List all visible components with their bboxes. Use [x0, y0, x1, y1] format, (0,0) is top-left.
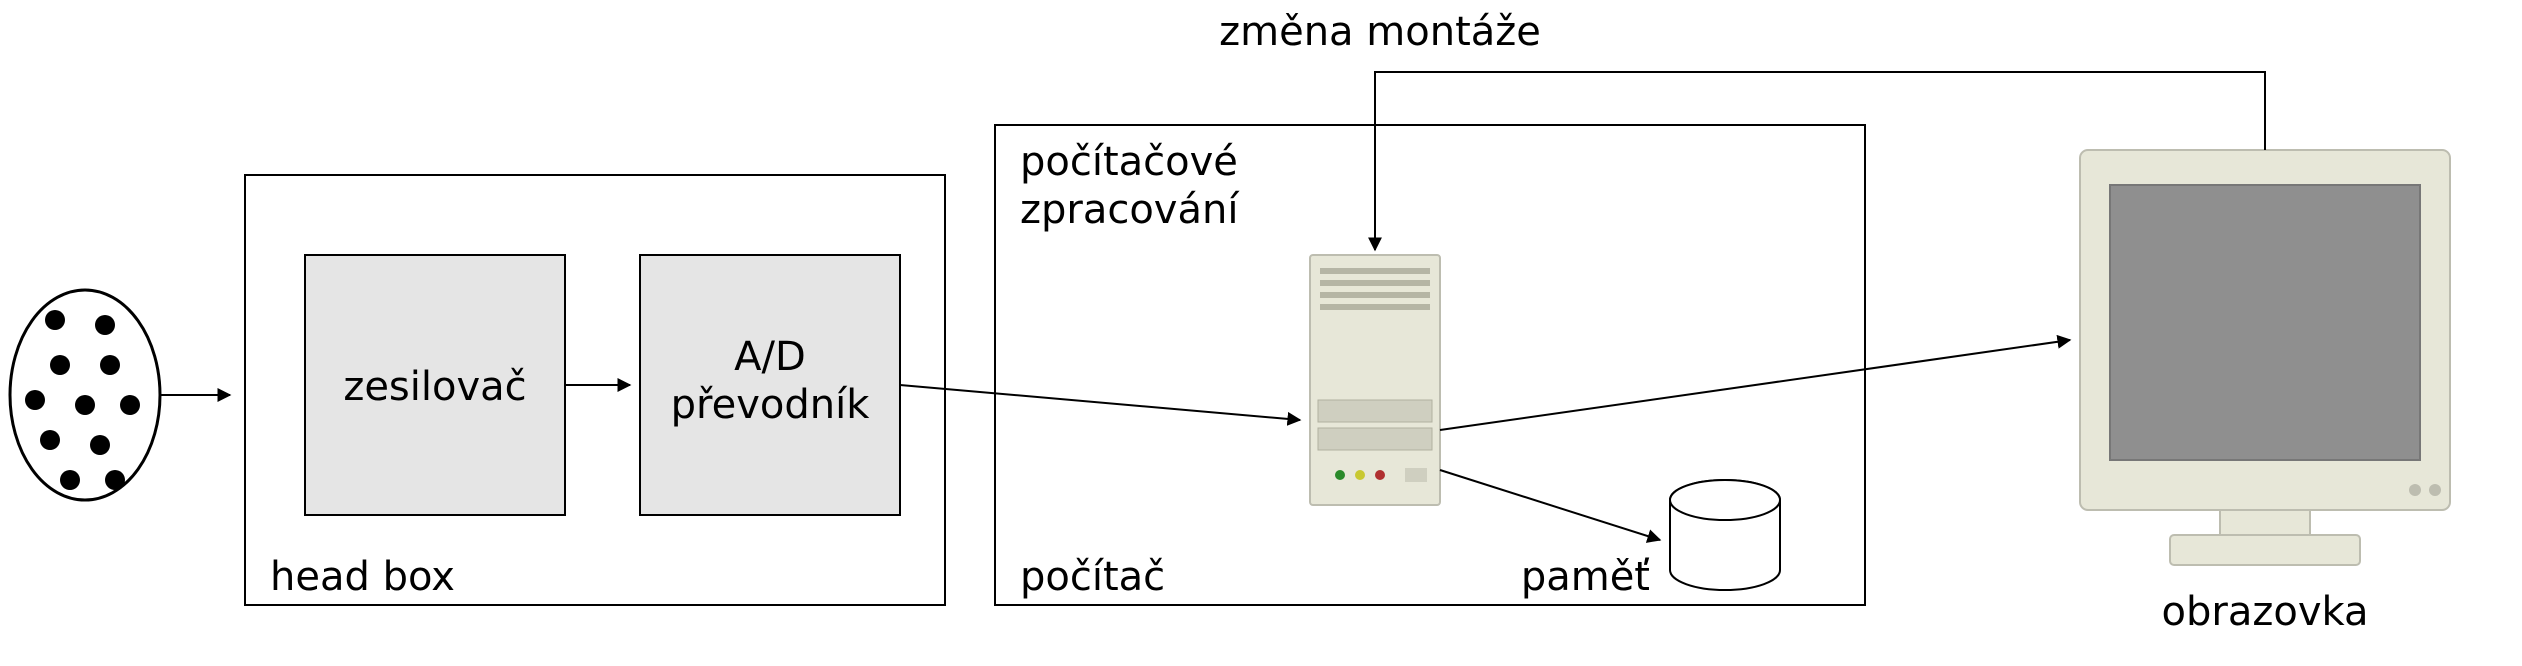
arrow-adc-to-pc	[900, 385, 1300, 420]
arrow-pc-to-memory	[1440, 470, 1660, 540]
computer-caption: počítač	[1020, 554, 1165, 600]
processing-label-line2: zpracování	[1020, 187, 1240, 233]
memory-label: paměť	[1521, 554, 1650, 600]
electrode-head-icon	[10, 290, 160, 500]
adc-label-line1: A/D	[734, 334, 806, 380]
feedback-label: změna montáže	[1219, 9, 1541, 55]
monitor-label: obrazovka	[2162, 589, 2369, 635]
computer-tower-icon	[1310, 255, 1440, 505]
adc-label-line2: převodník	[671, 382, 871, 428]
memory-cylinder-icon	[1670, 480, 1780, 590]
arrow-pc-to-monitor	[1440, 340, 2070, 430]
headbox-caption: head box	[270, 554, 455, 600]
amplifier-label: zesilovač	[343, 364, 526, 410]
processing-label-line1: počítačové	[1020, 139, 1238, 185]
signal-flow-diagram: změna montáže head box zesilovač A/D pře…	[0, 0, 2522, 666]
monitor-icon	[2080, 150, 2450, 565]
